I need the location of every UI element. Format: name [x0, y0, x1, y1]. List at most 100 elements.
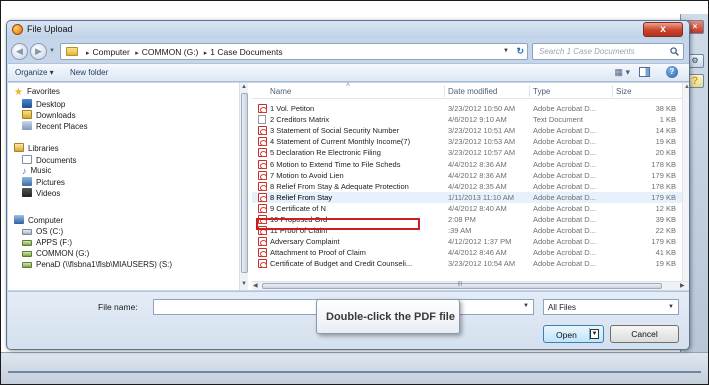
scroll-left-icon[interactable]: ◀: [253, 282, 258, 289]
nav-drive-f[interactable]: APPS (F:): [22, 238, 72, 247]
nav-recent-places[interactable]: Recent Places: [22, 121, 88, 131]
column-date-modified[interactable]: Date modified: [448, 87, 497, 96]
callout-text: Double-click the PDF file: [326, 311, 455, 323]
file-date-modified: 4/4/2012 8:40 AM: [448, 203, 507, 213]
forward-button[interactable]: ▶: [30, 43, 47, 60]
nav-pictures[interactable]: Pictures: [22, 177, 65, 187]
nav-computer[interactable]: Computer: [14, 215, 63, 225]
navigation-scrollbar[interactable]: ▲ ▼: [239, 83, 248, 290]
dialog-titlebar[interactable]: File Upload x: [7, 21, 689, 39]
breadcrumb-computer[interactable]: Computer: [93, 47, 130, 57]
file-type: Adobe Acrobat D...: [533, 203, 596, 213]
nav-drive-s[interactable]: PenaD (\\flsbna1\flsb\MIAUSERS) (S:): [22, 260, 172, 269]
help-icon[interactable]: ?: [666, 66, 678, 78]
file-date-modified: 3/23/2012 10:53 AM: [448, 137, 516, 147]
nav-libraries[interactable]: Libraries: [14, 143, 59, 153]
libraries-icon: [14, 143, 24, 152]
folder-icon: [66, 47, 78, 56]
dialog-content: ★ Favorites Desktop Downloads Recent Plac…: [8, 82, 689, 334]
breadcrumb-common-drive[interactable]: COMMON (G:): [142, 47, 199, 57]
pdf-icon: [258, 237, 267, 247]
scrollbar-thumb[interactable]: [241, 93, 248, 273]
scroll-up-icon[interactable]: ▲: [684, 84, 689, 90]
pdf-icon: [258, 181, 267, 191]
navigation-pane: ★ Favorites Desktop Downloads Recent Plac…: [8, 83, 248, 290]
breadcrumb: ▸ Computer ▸ COMMON (G:) ▸ 1 Case Documents: [86, 47, 283, 57]
file-row[interactable]: 4 Statement of Current Monthly Income(7)…: [252, 136, 682, 147]
close-button[interactable]: x: [643, 22, 683, 37]
nav-documents[interactable]: Documents: [22, 155, 76, 165]
network-drive-icon: [22, 251, 32, 257]
column-name[interactable]: Name: [270, 87, 291, 96]
file-name: 2 Creditors Matrix: [270, 115, 330, 125]
back-button[interactable]: ◀: [11, 43, 28, 60]
file-name: Attachment to Proof of Claim: [270, 248, 366, 258]
search-input[interactable]: Search 1 Case Documents: [532, 43, 684, 60]
scroll-up-icon[interactable]: ▲: [241, 84, 247, 90]
file-row[interactable]: 1 Vol. Petiton 3/23/2012 10:50 AM Adobe Ac…: [252, 103, 682, 114]
file-type-filter[interactable]: All Files ▼: [543, 299, 679, 315]
address-bar[interactable]: ▸ Computer ▸ COMMON (G:) ▸ 1 Case Documents…: [60, 43, 528, 60]
scroll-down-icon[interactable]: ▼: [241, 281, 247, 287]
search-icon[interactable]: [670, 47, 679, 56]
file-row[interactable]: Attachment to Proof of Claim 4/4/2012 8:4…: [252, 247, 682, 258]
change-view-icon[interactable]: ▦ ▾: [614, 67, 630, 78]
file-row[interactable]: 8 Relief From Stay 1/11/2013 11:10 AM Adob…: [252, 191, 682, 203]
pdf-icon: [258, 248, 267, 258]
cancel-button[interactable]: Cancel: [610, 325, 679, 343]
file-row[interactable]: 3 Statement of Social Security Number 3/2…: [252, 125, 682, 136]
file-date-modified: 4/6/2012 9:10 AM: [448, 115, 507, 125]
nav-drive-g[interactable]: COMMON (G:): [22, 249, 89, 258]
pdf-icon: [258, 126, 267, 136]
hard-drive-icon: [22, 229, 32, 235]
file-type: Adobe Acrobat D...: [533, 159, 596, 169]
file-size: 19 KB: [655, 137, 676, 147]
breadcrumb-case-documents[interactable]: 1 Case Documents: [210, 47, 282, 57]
refresh-icon[interactable]: ↻: [516, 46, 524, 57]
nav-desktop[interactable]: Desktop: [22, 99, 65, 109]
file-list-vertical-scrollbar[interactable]: ▲: [682, 83, 689, 281]
pdf-icon: [258, 259, 267, 269]
nav-downloads[interactable]: Downloads: [22, 110, 76, 120]
pictures-icon: [22, 177, 32, 186]
organize-menu[interactable]: Organize ▾: [15, 68, 54, 77]
file-row[interactable]: 5 Declaration Re Electronic Filing 3/23/2…: [252, 147, 682, 158]
search-placeholder: Search 1 Case Documents: [539, 47, 635, 56]
file-row[interactable]: 8 Relief From Stay & Adequate Protection…: [252, 181, 682, 192]
recent-locations-dropdown-icon[interactable]: ▼: [49, 48, 55, 54]
file-date-modified: 2:08 PM: [448, 215, 476, 224]
recent-places-icon: [22, 121, 32, 130]
nav-favorites[interactable]: ★ Favorites: [14, 87, 60, 98]
file-row[interactable]: 9 Certificate of N 4/4/2012 8:40 AM Adobe …: [252, 203, 682, 214]
pdf-icon: [258, 159, 267, 169]
file-row[interactable]: Certificate of Budget and Credit Counsel…: [252, 258, 682, 269]
column-size[interactable]: Size: [616, 87, 632, 96]
file-row[interactable]: Adversary Complaint 4/12/2012 1:37 PM Adob…: [252, 236, 682, 247]
column-type[interactable]: Type: [533, 87, 550, 96]
nav-music[interactable]: ♪ Music: [22, 166, 51, 176]
file-size: 12 KB: [655, 203, 676, 213]
file-list-horizontal-scrollbar[interactable]: ◀ ||| ▶: [252, 281, 689, 290]
chevron-down-icon[interactable]: ▼: [523, 303, 529, 309]
file-type: Adobe Acrobat D...: [533, 248, 596, 258]
file-type: Adobe Acrobat D...: [533, 148, 596, 158]
browser-logo-icon: [12, 24, 23, 35]
open-options-dropdown-icon[interactable]: ▼: [590, 329, 599, 339]
file-row[interactable]: 2 Creditors Matrix 4/6/2012 9:10 AM Text D…: [252, 114, 682, 125]
scrollbar-thumb[interactable]: [262, 283, 662, 289]
file-row[interactable]: 7 Motion to Avoid Lien 4/4/2012 8:36 AM Ad…: [252, 170, 682, 181]
new-folder-button[interactable]: New folder: [70, 68, 108, 77]
file-name: 8 Relief From Stay & Adequate Protection: [270, 181, 409, 191]
preview-pane-icon[interactable]: [639, 67, 650, 77]
nav-videos[interactable]: Videos: [22, 188, 60, 198]
address-dropdown-icon[interactable]: ▼: [503, 48, 509, 54]
scroll-right-icon[interactable]: ▶: [680, 282, 685, 289]
nav-drive-c[interactable]: OS (C:): [22, 227, 63, 236]
open-button-label: Open: [556, 330, 577, 340]
file-row[interactable]: 6 Motion to Extend Time to File Scheds 4/…: [252, 159, 682, 170]
file-type: Adobe Acrobat D...: [533, 137, 596, 147]
file-type: Adobe Acrobat D...: [533, 126, 596, 136]
background-app-footer: [0, 352, 709, 385]
selection-highlight: [256, 218, 420, 230]
open-button[interactable]: Open ▼: [543, 325, 604, 343]
